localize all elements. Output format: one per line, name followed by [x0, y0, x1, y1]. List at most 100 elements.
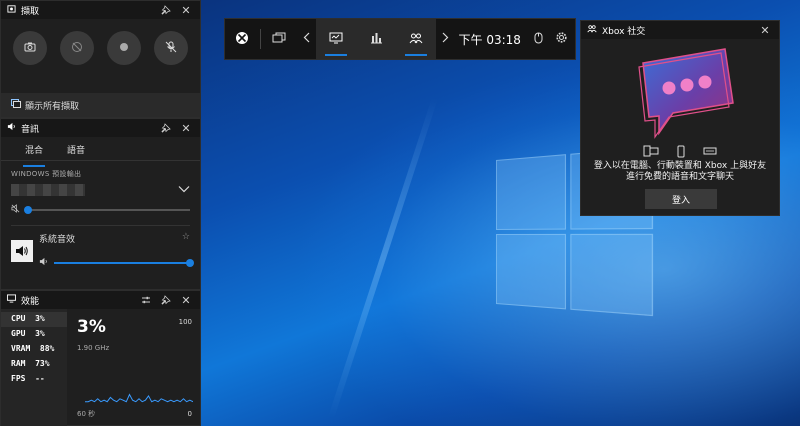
monitor-icon [7, 294, 16, 306]
pc-icon [643, 145, 659, 161]
app-volume-slider[interactable] [54, 259, 194, 267]
performance-title: 效能 [21, 296, 40, 307]
chat-bubble-illustration [638, 48, 734, 139]
perf-item-vram[interactable]: VRAM 88% [1, 342, 67, 357]
record-last-icon [71, 41, 83, 56]
social-title: Xbox 社交 [602, 26, 646, 37]
device-name-redacted [11, 184, 85, 196]
mouse-icon [534, 32, 543, 47]
close-icon[interactable]: ✕ [757, 22, 773, 38]
console-icon [703, 145, 717, 161]
login-button[interactable]: 登入 [645, 189, 717, 209]
bar-chart-icon [370, 32, 383, 47]
windows-logo-pane [496, 154, 567, 230]
performance-widget: 效能 ✕ CPU 3% GPU 3% VRAM 88% RAM 73% FPS … [0, 290, 201, 426]
perf-detail: 3% 1.90 GHz 100 60 秒 0 [67, 309, 200, 426]
chevron-down-icon [178, 185, 190, 196]
screenshot-button[interactable] [13, 31, 48, 65]
mic-off-icon [165, 41, 177, 56]
scroll-left-button[interactable] [298, 19, 316, 59]
speaker-icon [7, 122, 16, 134]
app-volume-row: 系統音效 ☆ [1, 226, 200, 269]
audio-header: 音訊 ✕ [1, 119, 200, 137]
muted-speaker-icon[interactable] [11, 204, 20, 216]
camera-icon [24, 41, 36, 55]
widget-menu-icon [272, 32, 286, 47]
audio-title: 音訊 [21, 124, 40, 135]
graph-min-label: 0 [187, 410, 192, 418]
settings-button[interactable] [547, 19, 575, 59]
default-output-label: WINDOWS 預設輸出 [11, 170, 82, 178]
pin-icon[interactable] [158, 2, 174, 18]
performance-header: 效能 ✕ [1, 291, 200, 309]
chevron-left-icon [303, 32, 310, 46]
capture-widget-icon [7, 4, 16, 16]
people-icon [587, 24, 597, 36]
windows-logo-pane [570, 233, 654, 317]
options-sliders-icon[interactable] [138, 292, 154, 308]
record-icon [119, 41, 129, 55]
gear-icon [555, 31, 568, 47]
output-device-select[interactable] [1, 179, 200, 197]
mouse-settings-button[interactable] [529, 19, 547, 59]
tab-voice[interactable]: 語音 [67, 143, 85, 160]
show-all-captures-label: 顯示所有擷取 [25, 101, 80, 112]
perf-metric-list: CPU 3% GPU 3% VRAM 88% RAM 73% FPS -- [1, 309, 67, 426]
record-last-30s-button[interactable] [60, 31, 95, 65]
social-header: Xbox 社交 ✕ [581, 21, 779, 39]
capture-header: 擷取 ✕ [1, 1, 200, 19]
capture-title: 擷取 [21, 6, 40, 17]
close-icon[interactable]: ✕ [178, 120, 194, 136]
master-volume-row [1, 197, 200, 217]
clock: 下午 03:18 [458, 32, 521, 47]
capture-buttons [1, 19, 200, 65]
resources-widget-button[interactable] [356, 19, 396, 59]
social-widget-button[interactable] [396, 19, 436, 59]
widget-menu-button[interactable] [261, 19, 298, 59]
perf-item-cpu[interactable]: CPU 3% [1, 312, 67, 327]
favorite-star-icon[interactable]: ☆ [182, 232, 190, 245]
xbox-button[interactable] [225, 19, 260, 59]
show-all-captures-link[interactable]: 顯示所有擷取 [1, 93, 200, 117]
device-icons [581, 145, 779, 161]
phone-icon [677, 145, 685, 161]
social-description: 登入以在電腦、行動裝置和 Xbox 上與好友 進行免費的語音和文字聊天 [587, 161, 773, 183]
people-icon [409, 32, 423, 47]
audio-tabs: 混合 語音 [1, 137, 200, 167]
capture-widget: 擷取 ✕ 顯示所有擷取 [0, 0, 201, 118]
monitor-graph-icon [329, 32, 343, 47]
perf-item-gpu[interactable]: GPU 3% [1, 327, 67, 342]
gallery-icon [11, 99, 21, 111]
cpu-usage-line [85, 393, 193, 403]
app-speaker-icon[interactable] [39, 257, 48, 269]
xbox-icon [235, 31, 249, 48]
close-icon[interactable]: ✕ [178, 2, 194, 18]
pin-icon[interactable] [158, 292, 174, 308]
widget-tabs [316, 19, 437, 59]
app-volume-fill [54, 262, 190, 264]
windows-logo-pane [496, 233, 567, 310]
game-bar: 下午 03:18 [224, 18, 576, 60]
mic-toggle-button[interactable] [153, 31, 188, 65]
xbox-social-widget: Xbox 社交 ✕ 登入以在電腦、行動裝置和 Xbox 上與好友 進行免費的語音… [580, 20, 780, 216]
social-description-line-1: 登入以在電腦、行動裝置和 Xbox 上與好友 [593, 161, 767, 171]
close-icon[interactable]: ✕ [178, 292, 194, 308]
perf-item-ram[interactable]: RAM 73% [1, 357, 67, 372]
tab-mix[interactable]: 混合 [22, 143, 46, 167]
app-volume-thumb[interactable] [186, 259, 194, 267]
record-button[interactable] [106, 31, 141, 65]
graph-max-label: 100 [178, 318, 192, 326]
graph-time-label: 60 秒 [77, 410, 96, 418]
performance-widget-button[interactable] [316, 19, 356, 59]
audio-widget: 音訊 ✕ 混合 語音 WINDOWS 預設輸出 系統音效 ☆ [0, 118, 201, 290]
pin-icon[interactable] [158, 120, 174, 136]
social-description-line-2: 進行免費的語音和文字聊天 [625, 172, 734, 182]
master-volume-thumb[interactable] [24, 206, 32, 214]
cpu-frequency: 1.90 GHz [77, 344, 110, 352]
scroll-right-button[interactable] [436, 19, 454, 59]
cpu-usage-value: 3% [77, 317, 106, 337]
perf-item-fps[interactable]: FPS -- [1, 372, 67, 387]
app-name: 系統音效 [39, 235, 76, 245]
master-volume-slider[interactable] [24, 206, 190, 214]
cpu-usage-graph [85, 393, 193, 403]
